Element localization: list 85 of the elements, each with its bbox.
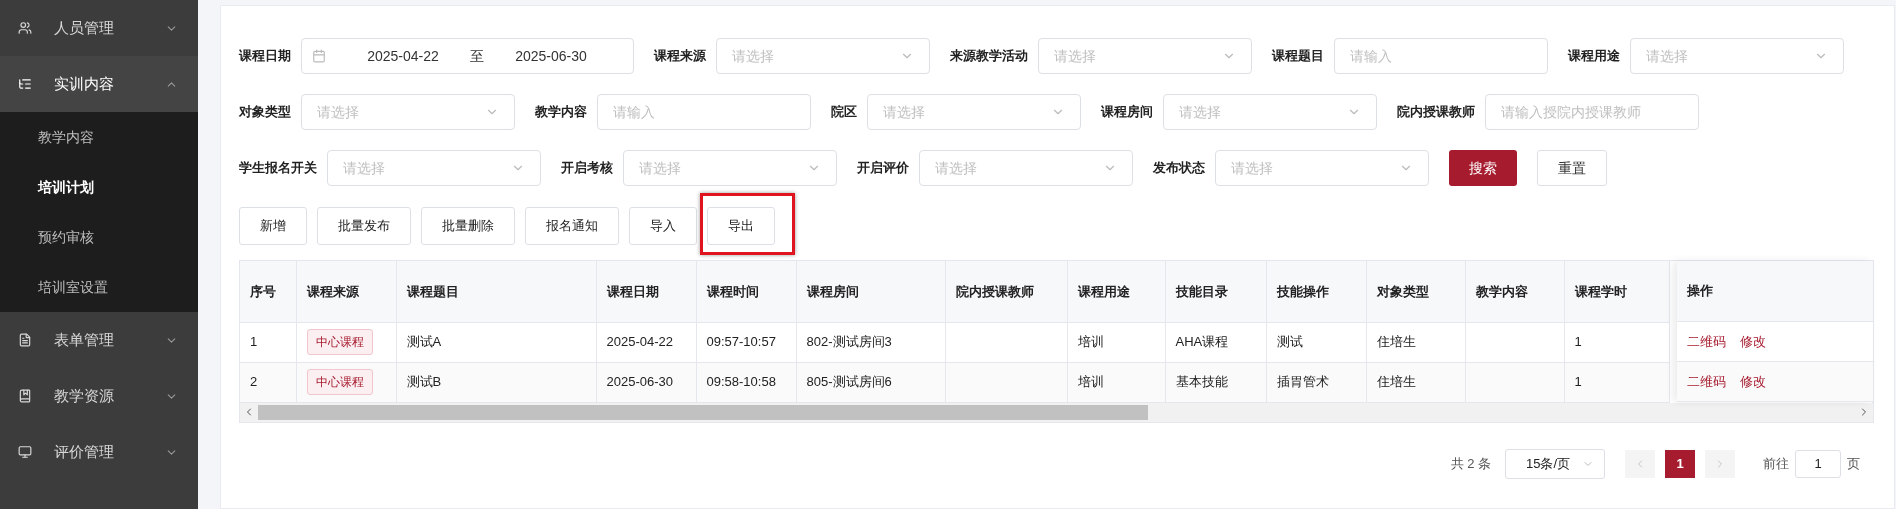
filter-label: 课程用途	[1568, 47, 1620, 66]
table-cell: 1	[250, 334, 258, 350]
table-cell: 插胃管术	[1276, 374, 1329, 390]
filter-label: 开启评价	[857, 159, 909, 178]
document-icon	[18, 333, 32, 347]
text-input[interactable]: 请输入	[1334, 38, 1548, 74]
submenu-item[interactable]: 培训计划	[0, 162, 198, 212]
list-tree-icon	[18, 77, 32, 91]
table-cell: AHA课程	[1175, 334, 1229, 350]
total-count: 共 2 条	[1450, 454, 1491, 473]
reset-button[interactable]: 重置	[1537, 150, 1607, 186]
table-cell: 培训	[1077, 334, 1104, 350]
date-range-field[interactable]: 2025-04-22 至 2025-06-30	[301, 38, 634, 74]
previous-page-button[interactable]	[1625, 449, 1655, 478]
table-cell: 2025-06-30	[606, 374, 673, 390]
text-input[interactable]: 请输入授院内授课教师	[1485, 94, 1699, 130]
toolbar-button[interactable]: 导入	[629, 207, 697, 245]
row-action-link[interactable]: 二维码	[1687, 371, 1726, 392]
table-cell: 2	[250, 374, 258, 390]
table-cell: 测试A	[406, 334, 442, 350]
filter-label: 对象类型	[239, 103, 291, 122]
table-cell: 测试	[1276, 334, 1303, 350]
page-button[interactable]: 1	[1665, 449, 1695, 478]
filter-label: 教学内容	[535, 103, 587, 122]
filter-label: 学生报名开关	[239, 159, 317, 178]
page-size-select[interactable]: 15条/页	[1505, 448, 1605, 479]
row-action-link[interactable]: 二维码	[1687, 331, 1726, 352]
book-icon	[18, 389, 32, 403]
toolbar-button[interactable]: 批量发布	[317, 207, 411, 245]
table-cell: 住培生	[1376, 374, 1416, 390]
submenu-item[interactable]: 预约审核	[0, 212, 198, 262]
column-header: 课程时间	[696, 261, 796, 322]
toolbar-button[interactable]: 报名通知	[525, 207, 619, 245]
table-cell: 培训	[1077, 374, 1104, 390]
filter-label: 课程来源	[654, 47, 706, 66]
toolbar-button[interactable]: 新增	[239, 207, 307, 245]
column-header: 对象类型	[1366, 261, 1465, 322]
sidebar-item[interactable]: 实训内容	[0, 56, 198, 112]
filter-label: 课程题目	[1272, 47, 1324, 66]
column-header: 技能目录	[1165, 261, 1266, 322]
calendar-icon	[312, 49, 326, 63]
monitor-icon	[18, 445, 32, 459]
filter-label: 院内授课教师	[1397, 103, 1475, 122]
column-header: 课程题目	[396, 261, 596, 322]
table-cell: 805-测试房间6	[806, 374, 892, 390]
row-action-link[interactable]: 修改	[1740, 371, 1766, 392]
search-button[interactable]: 搜索	[1449, 150, 1517, 186]
column-header: 课程日期	[596, 261, 696, 322]
table-cell: 基本技能	[1175, 374, 1228, 390]
filter-label: 开启考核	[561, 159, 613, 178]
source-tag: 中心课程	[306, 329, 373, 355]
filter-label: 课程房间	[1101, 103, 1153, 122]
column-header: 技能操作	[1266, 261, 1366, 322]
column-header: 课程房间	[796, 261, 945, 322]
submenu-item[interactable]: 培训室设置	[0, 262, 198, 312]
column-header: 教学内容	[1465, 261, 1564, 322]
table-cell: 09:58-10:58	[706, 374, 776, 390]
column-header: 课程来源	[296, 261, 396, 322]
table-cell: 2025-04-22	[606, 334, 673, 350]
toolbar-button[interactable]: 批量删除	[421, 207, 515, 245]
column-header: 课程学时	[1564, 261, 1669, 322]
column-header: 操作	[1687, 282, 1713, 301]
toolbar-button[interactable]: 导出	[707, 207, 775, 245]
table-cell: 1	[1574, 374, 1582, 390]
users-icon	[18, 21, 32, 35]
goto-label: 前往	[1763, 454, 1789, 473]
table-cell: 1	[1574, 334, 1582, 350]
column-header: 序号	[240, 261, 296, 322]
text-input[interactable]: 请输入	[597, 94, 811, 130]
table-cell: 住培生	[1376, 334, 1416, 350]
table-cell: 802-测试房间3	[806, 334, 892, 350]
source-tag: 中心课程	[306, 369, 373, 395]
next-page-button[interactable]	[1705, 449, 1735, 478]
column-header: 院内授课教师	[945, 261, 1067, 322]
table-cell: 09:57-10:57	[706, 334, 776, 350]
page-suffix: 页	[1847, 454, 1860, 473]
filter-label: 院区	[831, 103, 857, 122]
page-input[interactable]: 1	[1795, 449, 1841, 478]
submenu-item[interactable]: 教学内容	[0, 112, 198, 162]
column-header: 课程用途	[1067, 261, 1165, 322]
table-cell: 测试B	[406, 374, 442, 390]
row-action-link[interactable]: 修改	[1740, 331, 1766, 352]
filter-label: 课程日期	[239, 47, 291, 66]
filter-label: 来源教学活动	[950, 47, 1028, 66]
filter-label: 发布状态	[1153, 159, 1205, 178]
